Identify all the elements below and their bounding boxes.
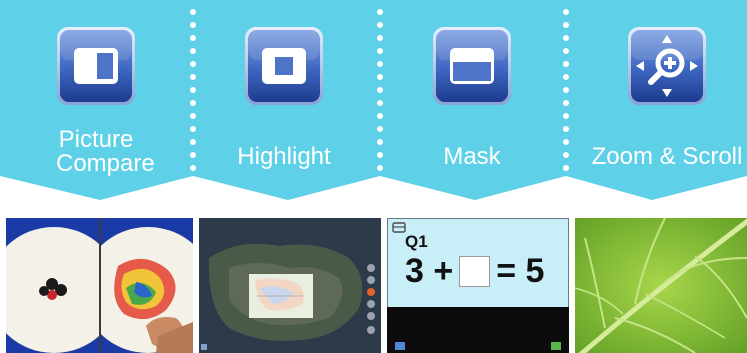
math-equation: 3 + = 5 — [405, 252, 544, 291]
mask-preview: Q1 3 + = 5 — [387, 218, 569, 353]
zoom-scroll-button[interactable] — [627, 26, 707, 106]
math-question-label: Q1 — [405, 232, 428, 251]
picture-compare-icon — [57, 27, 135, 105]
paint-diffusion-image — [6, 218, 193, 353]
mask-button[interactable] — [432, 26, 512, 106]
picture-compare-label-line2: Compare — [56, 150, 155, 177]
zoom-scroll-label: Zoom & Scroll — [591, 143, 743, 170]
highlight-label: Highlight — [237, 143, 331, 170]
picture-compare-preview — [6, 218, 193, 353]
math-equation-left: 3 + — [405, 252, 454, 290]
leaf-image — [575, 218, 747, 353]
picture-compare-label: Picture Compare — [56, 126, 155, 177]
highlight-button[interactable] — [244, 26, 324, 106]
zoom-scroll-icon — [628, 27, 706, 105]
picture-compare-button[interactable] — [56, 26, 136, 106]
highlight-icon — [245, 27, 323, 105]
picture-compare-label-line1: Picture — [58, 126, 134, 153]
math-answer-box — [459, 255, 491, 287]
math-equation-right: = 5 — [496, 252, 545, 290]
highlight-preview — [199, 218, 381, 353]
mask-label: Mask — [443, 143, 501, 170]
map-image — [199, 218, 381, 353]
zoom-scroll-preview — [575, 218, 747, 353]
mask-icon — [433, 27, 511, 105]
